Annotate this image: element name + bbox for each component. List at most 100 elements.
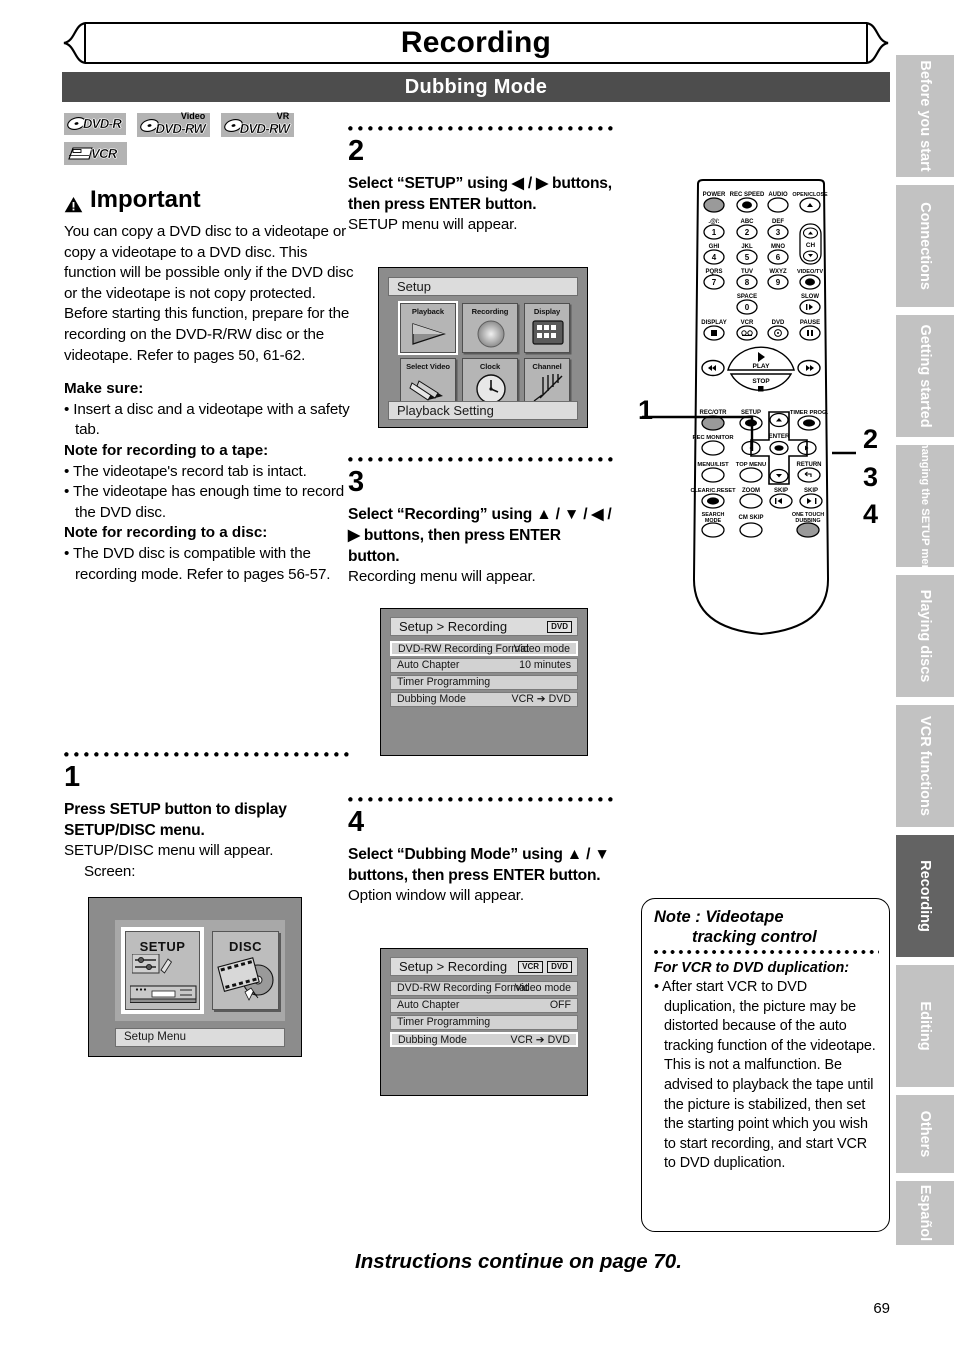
step-number: 2	[348, 135, 365, 167]
table-row[interactable]: Dubbing Mode VCR ➔ DVD	[390, 692, 578, 707]
svg-text:PQRS: PQRS	[705, 269, 722, 275]
setup-menu-status-text: Playback Setting	[397, 403, 494, 418]
setup-tile-display[interactable]: Display	[524, 303, 570, 353]
step-instruction: Select “Dubbing Mode” using ▲ / ▼ button…	[348, 844, 616, 886]
svg-text:VIDEO/TV: VIDEO/TV	[797, 269, 823, 275]
row-value: Video mode	[513, 643, 570, 655]
badge-label: DVD-RW	[239, 121, 291, 136]
badge-label: DVD-RW	[155, 121, 206, 136]
setup-tile[interactable]: SETUP	[121, 927, 204, 1014]
row-value: VCR ➔ DVD	[510, 1034, 571, 1046]
tape-note-heading: Note for recording to a tape:	[64, 441, 269, 459]
sidebar-item-getting-started[interactable]: Getting started	[896, 315, 954, 437]
tab-label: Connections	[917, 202, 933, 290]
tab-label: Others	[917, 1110, 933, 1158]
tab-label: Changing the SETUP menu	[919, 445, 931, 567]
important-heading: Important	[64, 186, 354, 214]
screenshot-recording-menu-1: Setup > Recording DVD DVD-RW Recording F…	[380, 608, 588, 756]
page-header: Recording	[62, 22, 890, 66]
svg-text:GHI: GHI	[709, 244, 720, 250]
table-row[interactable]: Auto Chapter OFF	[390, 998, 578, 1013]
sidebar-item-playing-discs[interactable]: Playing discs	[896, 575, 954, 697]
svg-text:DVD: DVD	[772, 320, 785, 326]
tab-label: Before you start	[917, 60, 933, 172]
table-row[interactable]: DVD-RW Recording Format Video mode	[390, 641, 578, 656]
tab-label: Getting started	[917, 324, 933, 428]
badge-dvd-rw-video: Video DVD-RW	[136, 112, 211, 137]
sidebar-item-connections[interactable]: Connections	[896, 185, 954, 307]
manual-page: Recording Dubbing Mode DVD-R Video DVD-R…	[0, 0, 954, 1348]
callout-4: 4	[863, 499, 879, 529]
make-sure-item-text: Insert a disc and a videotape with a saf…	[73, 400, 350, 439]
table-row[interactable]: Auto Chapter 10 minutes	[390, 658, 578, 673]
table-row[interactable]: Timer Programming	[390, 1015, 578, 1030]
callout-leader-lines	[642, 415, 856, 455]
table-row[interactable]: Dubbing Mode VCR ➔ DVD	[390, 1032, 578, 1047]
sidebar-item-espanol[interactable]: Español	[896, 1181, 954, 1245]
tab-label: Playing discs	[917, 589, 933, 683]
step-result: Recording menu will appear.	[348, 568, 536, 585]
sidebar-item-others[interactable]: Others	[896, 1095, 954, 1173]
continue-notice: Instructions continue on page 70.	[355, 1250, 682, 1273]
sidebar-item-recording[interactable]: Recording	[896, 835, 954, 957]
warning-triangle-icon	[64, 192, 83, 212]
svg-text:1: 1	[712, 228, 717, 237]
step-instruction-post: buttons, then press ENTER button.	[348, 527, 561, 565]
step-divider-dots	[348, 797, 616, 805]
svg-text:PAUSE: PAUSE	[800, 320, 820, 326]
svg-text:SPACE: SPACE	[737, 294, 757, 300]
svg-text:DEF: DEF	[772, 219, 784, 225]
setup-tile-playback-label: Playback	[411, 307, 445, 316]
arrow-keys-icon: ▲ / ▼	[566, 846, 610, 863]
important-paragraph-1: You can copy a DVD disc to a videotape o…	[64, 223, 354, 302]
note-subtitle: For VCR to DVD duplication:	[654, 960, 850, 976]
disc-note-item-text: The DVD disc is compatible with the reco…	[72, 544, 331, 583]
svg-text:WXYZ: WXYZ	[769, 269, 787, 275]
screenshot-setup-menu: Setup Playback Recording Display Select …	[378, 267, 588, 428]
sidebar-item-editing[interactable]: Editing	[896, 965, 954, 1087]
setup-tile-playback[interactable]: Playback	[398, 301, 458, 355]
sidebar-item-vcr-functions[interactable]: VCR functions	[896, 705, 954, 827]
recording-menu-title-bar: Setup > Recording DVD	[390, 617, 578, 636]
svg-text:POWER: POWER	[703, 192, 726, 198]
page-number: 69	[873, 1300, 890, 1317]
step-number: 1	[64, 761, 81, 793]
section-title-bar: Dubbing Mode	[62, 72, 890, 102]
setup-tile-recording-label: Recording	[471, 307, 509, 316]
svg-text:VCR: VCR	[741, 320, 754, 326]
badge-vcr: VCR	[64, 142, 127, 165]
svg-text:5: 5	[745, 253, 750, 262]
tape-note-item-text: The videotape's record tab is intact.	[72, 462, 307, 480]
setup-tile-recording[interactable]: Recording	[462, 303, 518, 353]
screenshot-recording-menu-2: Setup > Recording DVD VCR DVD-RW Recordi…	[380, 948, 588, 1096]
svg-text:0: 0	[745, 303, 750, 312]
disc-tile[interactable]: DISC	[212, 931, 279, 1010]
badge-label: VCR	[91, 146, 118, 161]
tag-dvd: DVD	[547, 621, 572, 633]
disc-tile-label: DISC	[228, 939, 263, 954]
row-key: Dubbing Mode	[397, 693, 466, 705]
tab-label: Editing	[917, 1001, 933, 1051]
setup-tile-display-label: Display	[533, 307, 561, 316]
sidebar-item-before-you-start[interactable]: Before you start	[896, 55, 954, 177]
important-paragraph-2: Before starting this function, prepare f…	[64, 305, 350, 364]
table-row[interactable]: Timer Programming	[390, 675, 578, 690]
tape-note-item: • The videotape's record tab is intact.	[64, 462, 307, 480]
tape-note-item: • The videotape has enough time to recor…	[64, 483, 345, 521]
svg-text:TUV: TUV	[741, 269, 753, 275]
recording-menu-title: Setup > Recording	[399, 619, 508, 634]
side-tab-strip: Before you start Connections Getting sta…	[896, 55, 954, 1253]
svg-text:9: 9	[776, 278, 781, 287]
svg-text:7: 7	[712, 278, 717, 287]
svg-text:SLOW: SLOW	[801, 294, 819, 300]
tape-note-item-text: The videotape has enough time to record …	[72, 483, 345, 521]
table-row[interactable]: DVD-RW Recording Format Video mode	[390, 981, 578, 996]
note-bullet: • After start VCR to DVD duplication, th…	[654, 979, 876, 1054]
recording-menu-title-bar: Setup > Recording DVD VCR	[390, 957, 578, 976]
important-label: Important	[90, 186, 201, 213]
sidebar-item-changing-the-setup-menu[interactable]: Changing the SETUP menu	[896, 445, 954, 567]
note-box: Note : Videotape tracking control For VC…	[641, 898, 890, 1232]
row-key: Auto Chapter	[397, 999, 460, 1011]
tab-label: Español	[917, 1184, 933, 1242]
setup-disc-status-bar: Setup Menu	[115, 1028, 285, 1047]
